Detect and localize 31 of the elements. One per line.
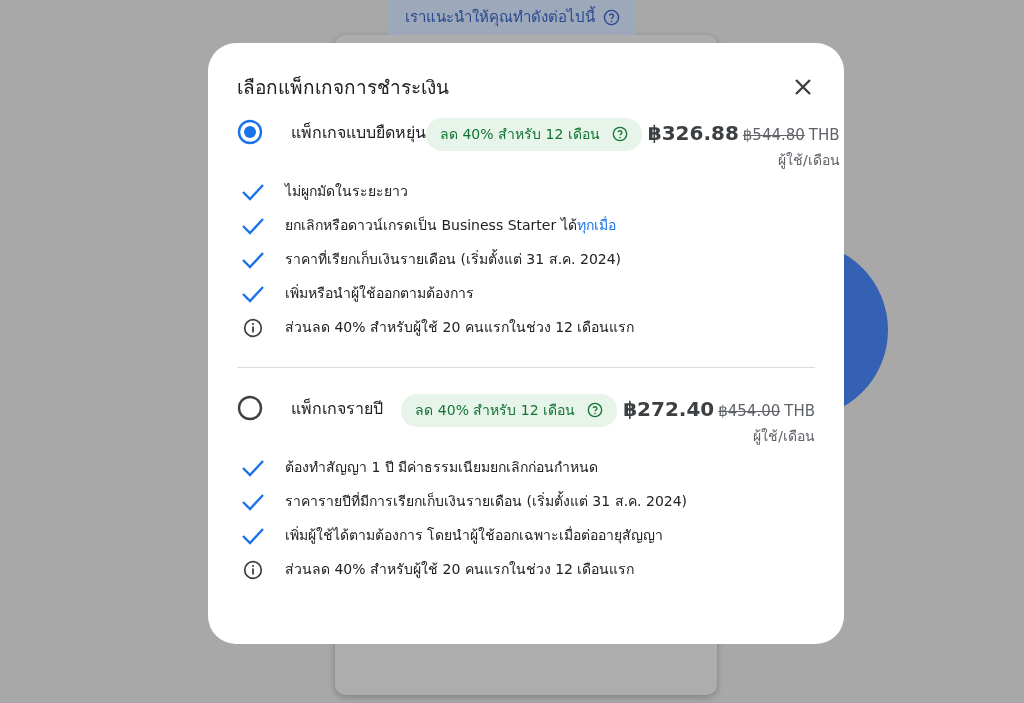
banner-text: เราแนะนำให้คุณทำดังต่อไปนี้ xyxy=(404,6,595,29)
feature-text: ราคารายปีที่มีการเรียกเก็บเงินรายเดือน (เริ่มตั้งแต่ 31 ส.ค. 2024) xyxy=(285,491,688,511)
info-icon xyxy=(243,559,263,580)
feature-text: ส่วนลด 40% สำหรับผู้ใช้ 20 คนแรกในช่วง 12 เดือนแรก xyxy=(285,318,635,338)
help-icon[interactable] xyxy=(602,9,620,26)
help-icon[interactable] xyxy=(611,126,628,142)
dialog-title: เลือกแพ็กเกจการชำระเงิน xyxy=(237,75,449,100)
old-price: ฿544.80 xyxy=(742,124,805,146)
old-price: ฿454.00 xyxy=(718,400,781,422)
radio-button[interactable] xyxy=(237,394,263,421)
feature-text: ไม่ผูกมัดในระยะยาว xyxy=(285,182,408,202)
radio-button[interactable] xyxy=(237,118,263,145)
feature-text: เพิ่มหรือนำผู้ใช้ออกตามต้องการ xyxy=(285,283,474,304)
feature-text: เพิ่มผู้ใช้ได้ตามต้องการ โดยนำผู้ใช้ออกเฉพาะเมื่อต่ออายุสัญญา xyxy=(285,525,664,546)
discount-text: ลด 40% สำหรับ 12 เดือน xyxy=(440,124,600,144)
discount-text: ลด 40% สำหรับ 12 เดือน xyxy=(415,400,576,420)
price-unit: ผู้ใช้/เดือน xyxy=(752,426,815,447)
feature-text: ส่วนลด 40% สำหรับผู้ใช้ 20 คนแรกในช่วง 12 เดือนแรก xyxy=(285,560,635,580)
price-unit: ผู้ใช้/เดือน xyxy=(776,150,840,171)
price: ฿272.40 xyxy=(623,395,715,423)
link[interactable]: ทุกเมื่อ xyxy=(576,217,616,233)
feature-text: ยกเลิกหรือดาวน์เกรดเป็น Business Starter ได้ทุกเมื่อ xyxy=(285,215,616,236)
currency: THB xyxy=(784,400,815,422)
currency: THB xyxy=(808,124,840,146)
plan-name: แพ็กเกจแบบยืดหยุ่น xyxy=(291,121,426,145)
feature-text: ต้องทำสัญญา 1 ปี มีค่าธรรมเนียมยกเลิกก่อนกำหนด xyxy=(285,458,599,477)
feature-text: ราคาที่เรียกเก็บเงินรายเดือน (เริ่มตั้งแต่ 31 ส.ค. 2024) xyxy=(285,249,622,269)
plan-name: แพ็กเกจรายปี xyxy=(291,397,383,420)
price: ฿326.88 xyxy=(647,119,739,147)
info-icon xyxy=(243,317,263,338)
help-icon[interactable] xyxy=(587,402,604,418)
